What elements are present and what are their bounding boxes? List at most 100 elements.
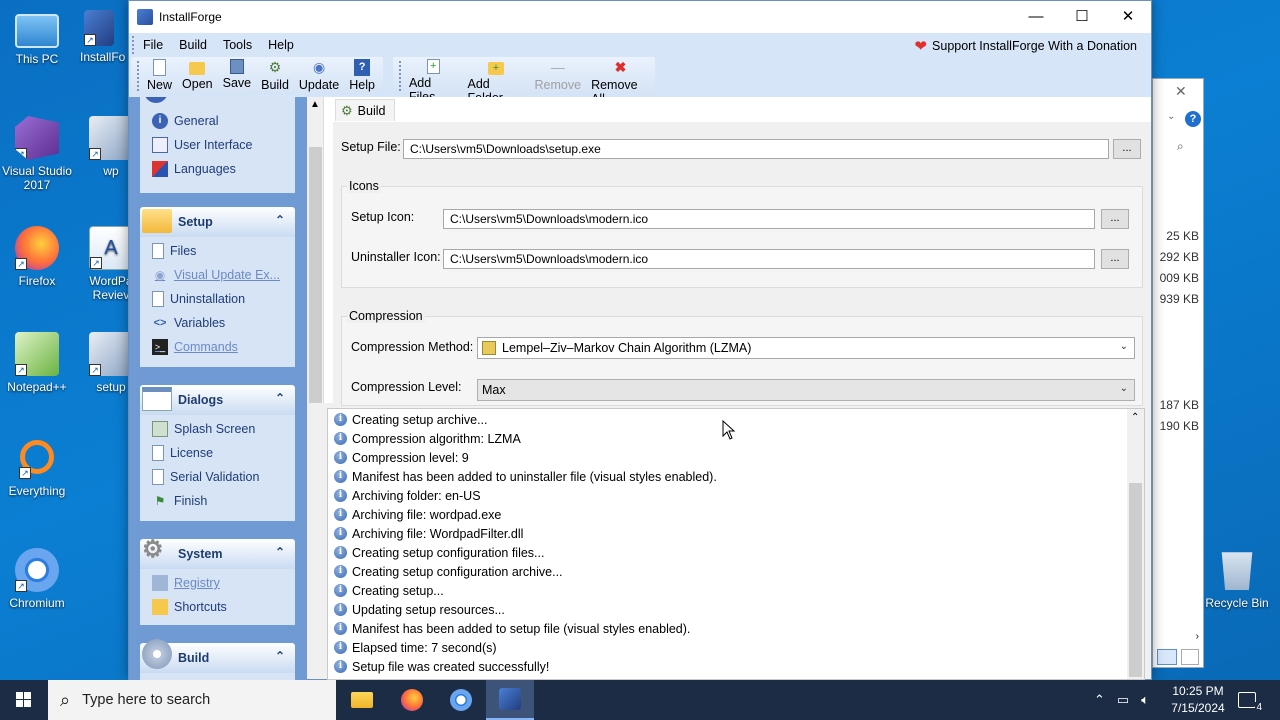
sidebar-item-commands[interactable]: >_ Commands bbox=[140, 335, 295, 359]
window-title: InstallForge bbox=[159, 10, 222, 24]
help-icon[interactable]: ? bbox=[1185, 111, 1201, 127]
search-icon[interactable]: ⌕ bbox=[1177, 139, 1184, 154]
sidebar-item-general[interactable]: i General bbox=[140, 109, 295, 133]
sidebar-item-languages[interactable]: Languages bbox=[140, 157, 295, 181]
new-button[interactable]: New bbox=[142, 57, 177, 95]
start-button[interactable] bbox=[0, 680, 48, 720]
setup-icon-input[interactable]: C:\Users\vm5\Downloads\modern.ico bbox=[443, 209, 1095, 229]
log-text: Creating setup archive... bbox=[352, 412, 488, 427]
compression-method-select[interactable]: Lempel–Ziv–Markov Chain Algorithm (LZMA)… bbox=[477, 337, 1135, 359]
remove-button[interactable]: — Remove bbox=[530, 57, 587, 95]
minimize-button[interactable]: — bbox=[1013, 1, 1059, 33]
large-icons-view-icon[interactable] bbox=[1181, 649, 1199, 665]
menu-build[interactable]: Build bbox=[171, 38, 215, 52]
setup-file-browse-button[interactable]: ... bbox=[1113, 139, 1141, 159]
background-explorer-window[interactable]: ✕ ⌄ ? ⌕ 25 KB 292 KB 009 KB 939 KB 187 K… bbox=[1152, 78, 1204, 668]
sidebar-item-uninstallation[interactable]: Uninstallation bbox=[140, 287, 295, 311]
close-icon[interactable]: ✕ bbox=[1175, 83, 1187, 100]
maximize-button[interactable]: ☐ bbox=[1059, 1, 1105, 33]
save-label: Save bbox=[222, 76, 252, 90]
desktop-icon-firefox[interactable]: ↗ Firefox bbox=[0, 226, 76, 288]
sidebar-item-splash-screen[interactable]: Splash Screen bbox=[140, 417, 295, 441]
sidebar-item-shortcuts[interactable]: Shortcuts bbox=[140, 595, 295, 619]
details-view-icon[interactable] bbox=[1157, 649, 1177, 665]
menu-help[interactable]: Help bbox=[260, 38, 302, 52]
scroll-up-icon[interactable]: ⌃ bbox=[1131, 412, 1139, 423]
network-icon[interactable]: ▭ bbox=[1117, 692, 1129, 708]
log-text: Elapsed time: 7 second(s) bbox=[352, 640, 497, 655]
title-bar[interactable]: InstallForge — ☐ ✕ bbox=[129, 1, 1151, 33]
collapse-chevron-icon[interactable]: ⌃ bbox=[275, 391, 285, 405]
help-button[interactable]: ? Help bbox=[344, 57, 380, 95]
desktop-icon-chromium[interactable]: ↗ Chromium bbox=[0, 548, 76, 610]
build-panel-header[interactable]: Build ⌃ bbox=[140, 639, 295, 673]
action-center-button[interactable]: 4 bbox=[1238, 680, 1263, 720]
sidebar-item-finish[interactable]: ⚑ Finish bbox=[140, 489, 295, 513]
sidebar-item-visual-update[interactable]: ◉ Visual Update Ex... bbox=[140, 263, 295, 287]
sidebar-item-label: Registry bbox=[174, 576, 220, 590]
recycle-bin-icon bbox=[1221, 552, 1253, 590]
build-button[interactable]: ⚙ Build bbox=[256, 57, 294, 95]
sidebar-item-files[interactable]: Files bbox=[140, 239, 295, 263]
add-files-button[interactable]: +Add Files bbox=[404, 57, 463, 104]
collapse-chevron-icon[interactable]: ⌃ bbox=[275, 545, 285, 559]
setup-panel-header[interactable]: Setup ⌃ bbox=[140, 207, 295, 237]
add-folder-button[interactable]: +Add Folder bbox=[463, 57, 530, 105]
installforge-app-icon bbox=[137, 9, 153, 25]
sidebar-item-serial-validation[interactable]: Serial Validation bbox=[140, 465, 295, 489]
save-button[interactable]: Save bbox=[218, 57, 257, 95]
search-icon: ⌕ bbox=[60, 689, 71, 710]
donation-link[interactable]: ❤ Support InstallForge With a Donation bbox=[914, 37, 1137, 55]
scroll-right-icon[interactable]: › bbox=[1196, 631, 1199, 642]
scrollbar-thumb[interactable] bbox=[309, 147, 322, 403]
content-scrollbar[interactable]: ▲ bbox=[307, 97, 324, 403]
menu-tools[interactable]: Tools bbox=[215, 38, 260, 52]
file-size: 25 KB bbox=[1166, 229, 1199, 243]
close-button[interactable]: ✕ bbox=[1105, 1, 1151, 33]
taskbar-file-explorer[interactable] bbox=[338, 680, 386, 720]
open-button[interactable]: Open bbox=[177, 57, 218, 95]
setup-file-input[interactable]: C:\Users\vm5\Downloads\setup.exe bbox=[403, 139, 1109, 159]
desktop-icon-recycle-bin[interactable]: Recycle Bin bbox=[1202, 548, 1272, 610]
info-icon: i bbox=[334, 622, 347, 635]
build-panel-title: Build bbox=[178, 651, 210, 665]
uninstaller-icon-input[interactable]: C:\Users\vm5\Downloads\modern.ico bbox=[443, 249, 1095, 269]
volume-muted-icon[interactable]: 🔈︎ bbox=[1141, 692, 1149, 708]
desktop-icon-visual-studio[interactable]: ↗ Visual Studio 2017 bbox=[0, 116, 76, 192]
tab-build[interactable]: ⚙ Build bbox=[335, 99, 395, 121]
collapse-chevron-icon[interactable]: ⌃ bbox=[275, 213, 285, 227]
sidebar-item-registry[interactable]: Registry bbox=[140, 571, 295, 595]
compression-level-select[interactable]: Max ⌄ bbox=[477, 379, 1135, 401]
dialogs-panel-header[interactable]: Dialogs ⌃ bbox=[140, 385, 295, 415]
log-line: i Manifest has been added to setup file (… bbox=[328, 619, 1144, 638]
desktop-icon-notepadpp[interactable]: ↗ Notepad++ bbox=[0, 332, 76, 394]
log-scrollbar[interactable]: ⌃ bbox=[1127, 409, 1144, 679]
setup-icon-browse-button[interactable]: ... bbox=[1101, 209, 1129, 229]
tab-label: Build bbox=[357, 103, 386, 118]
desktop-icon-this-pc[interactable]: This PC bbox=[0, 10, 76, 66]
remove-all-button[interactable]: ✖Remove All bbox=[586, 57, 655, 106]
desktop-icon-installforge[interactable]: ↗ InstallFo bbox=[68, 10, 128, 64]
sidebar-item-user-interface[interactable]: User Interface bbox=[140, 133, 295, 157]
scroll-up-icon[interactable]: ▲ bbox=[310, 99, 320, 110]
taskbar-search-box[interactable]: ⌕ Type here to search bbox=[48, 680, 336, 720]
tab-bar: ⚙ Build bbox=[334, 97, 1144, 121]
system-panel-header[interactable]: ⚙ System ⌃ bbox=[140, 536, 295, 569]
taskbar-clock[interactable]: 10:25 PM 7/15/2024 bbox=[1160, 683, 1236, 717]
taskbar-installforge[interactable] bbox=[486, 680, 534, 720]
sidebar-item-label: General bbox=[174, 114, 219, 128]
sidebar-item-license[interactable]: License bbox=[140, 441, 295, 465]
collapse-chevron-icon[interactable]: ⌃ bbox=[275, 649, 285, 663]
help-label: Help bbox=[349, 78, 375, 92]
menu-file[interactable]: File bbox=[135, 38, 171, 52]
desktop-icon-everything[interactable]: ↗ Everything bbox=[0, 440, 76, 498]
build-label: Build bbox=[261, 78, 289, 92]
sidebar-item-variables[interactable]: <> Variables bbox=[140, 311, 295, 335]
update-button[interactable]: ◉ Update bbox=[294, 57, 344, 95]
info-icon: i bbox=[334, 470, 347, 483]
taskbar-chromium[interactable] bbox=[437, 680, 485, 720]
uninstaller-icon-browse-button[interactable]: ... bbox=[1101, 249, 1129, 269]
taskbar-firefox[interactable] bbox=[388, 680, 436, 720]
chevron-up-icon[interactable]: ⌃ bbox=[1094, 692, 1105, 708]
scrollbar-thumb[interactable] bbox=[1129, 483, 1142, 677]
